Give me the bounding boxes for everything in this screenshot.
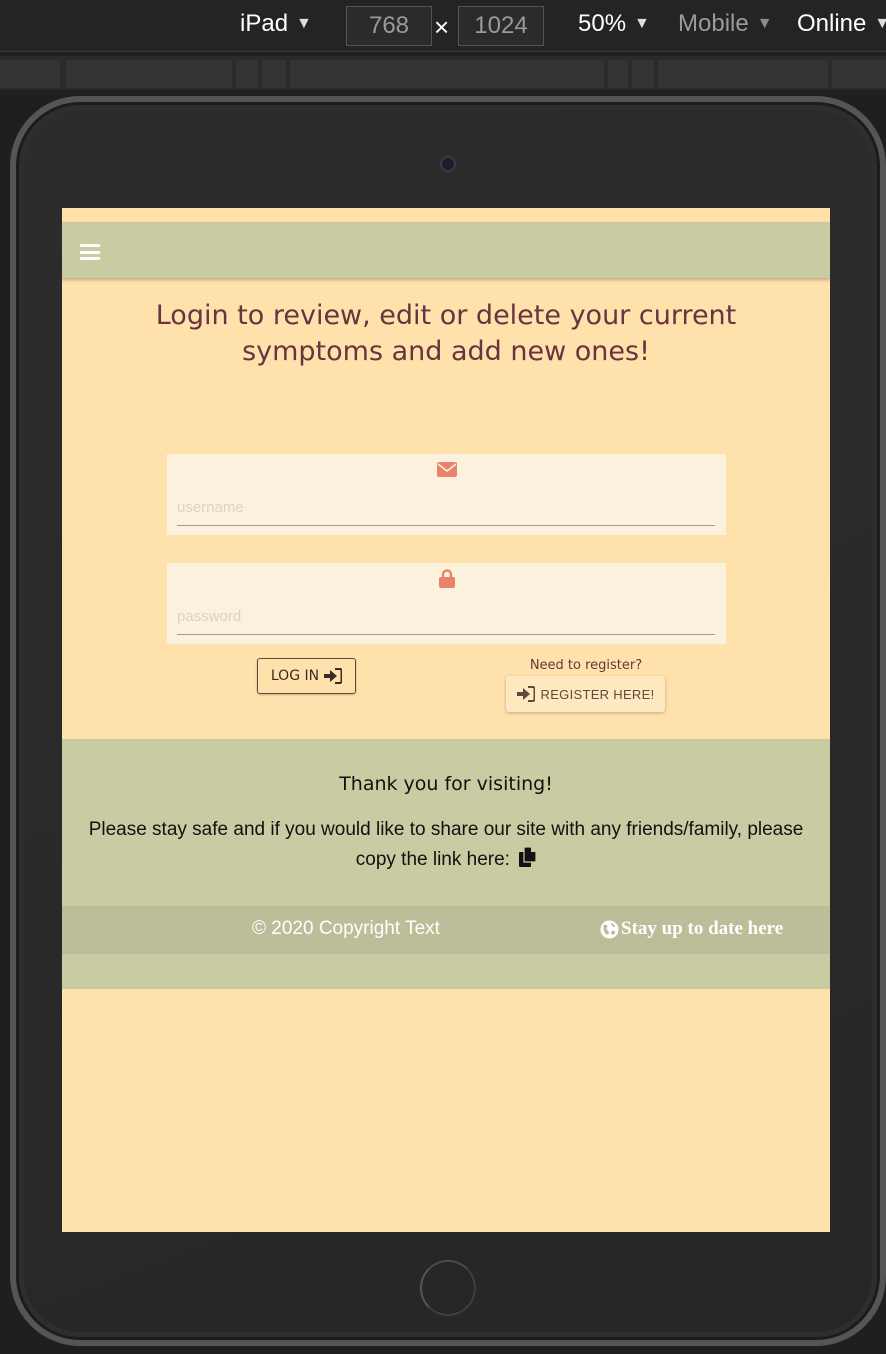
network-select[interactable]: Online ▼ [797,10,886,38]
device-select[interactable]: iPad ▼ [240,10,312,38]
username-field [167,454,726,535]
hamburger-menu-icon[interactable] [80,244,100,260]
network-select-label: Online [797,10,867,37]
home-button[interactable] [420,1260,476,1316]
media-query-ruler[interactable] [0,56,886,90]
ruler-segment[interactable] [66,60,232,88]
login-button[interactable]: LOG IN [257,658,356,694]
copy-icon[interactable] [519,846,537,877]
globe-icon [600,919,619,939]
stay-up-to-date-label: Stay up to date here [621,918,784,939]
copyright-text: © 2020 Copyright Text [252,918,440,939]
footer-thanks: Thank you for visiting! [339,773,553,795]
ruler-segment[interactable] [632,60,654,88]
sign-in-icon [324,668,343,684]
username-input[interactable] [177,490,715,526]
lock-icon [437,568,457,588]
width-input[interactable]: 768 [346,6,432,46]
ruler-segment[interactable] [236,60,258,88]
caret-down-icon: ▼ [874,15,886,32]
zoom-select[interactable]: 50% ▼ [578,10,650,38]
register-button-label: REGISTER HERE! [540,686,655,702]
footer-share-label: Please stay safe and if you would like t… [88,819,804,870]
zoom-select-label: 50% [578,10,627,37]
login-button-label: LOG IN [270,668,320,684]
footer-share-text: Please stay safe and if you would like t… [82,815,810,877]
ruler-segment[interactable] [608,60,628,88]
dimension-separator: × [434,12,450,42]
ruler-segment[interactable] [832,60,886,88]
caret-down-icon: ▼ [756,15,773,32]
caret-down-icon: ▼ [634,15,650,32]
password-field [167,563,726,644]
ruler-segment[interactable] [0,60,60,88]
device-screen: Login to review, edit or delete your cur… [62,208,830,1232]
register-button[interactable]: REGISTER HERE! [506,676,665,712]
stay-up-to-date-link[interactable]: Stay up to date here [600,918,783,940]
ruler-segment[interactable] [262,60,286,88]
caret-down-icon: ▼ [296,15,312,32]
footer-bar: © 2020 Copyright Text Stay up to date he… [62,906,830,954]
throttle-select-label: Mobile [678,10,749,37]
navbar [62,222,830,278]
devtools-toolbar: iPad ▼ 768 × 1024 50% ▼ Mobile ▼ Online … [0,0,886,52]
device-select-label: iPad [240,10,289,37]
footer: Thank you for visiting! Please stay safe… [62,739,830,989]
need-register-text: Need to register? [529,658,643,673]
sign-in-icon [516,686,535,702]
ruler-segment[interactable] [658,60,828,88]
throttle-select[interactable]: Mobile ▼ [678,10,773,38]
ruler-segment[interactable] [290,60,604,88]
envelope-icon [437,460,457,478]
page-title: Login to review, edit or delete your cur… [155,300,737,367]
password-input[interactable] [177,599,715,635]
camera-icon [440,156,456,172]
height-input[interactable]: 1024 [458,6,544,46]
